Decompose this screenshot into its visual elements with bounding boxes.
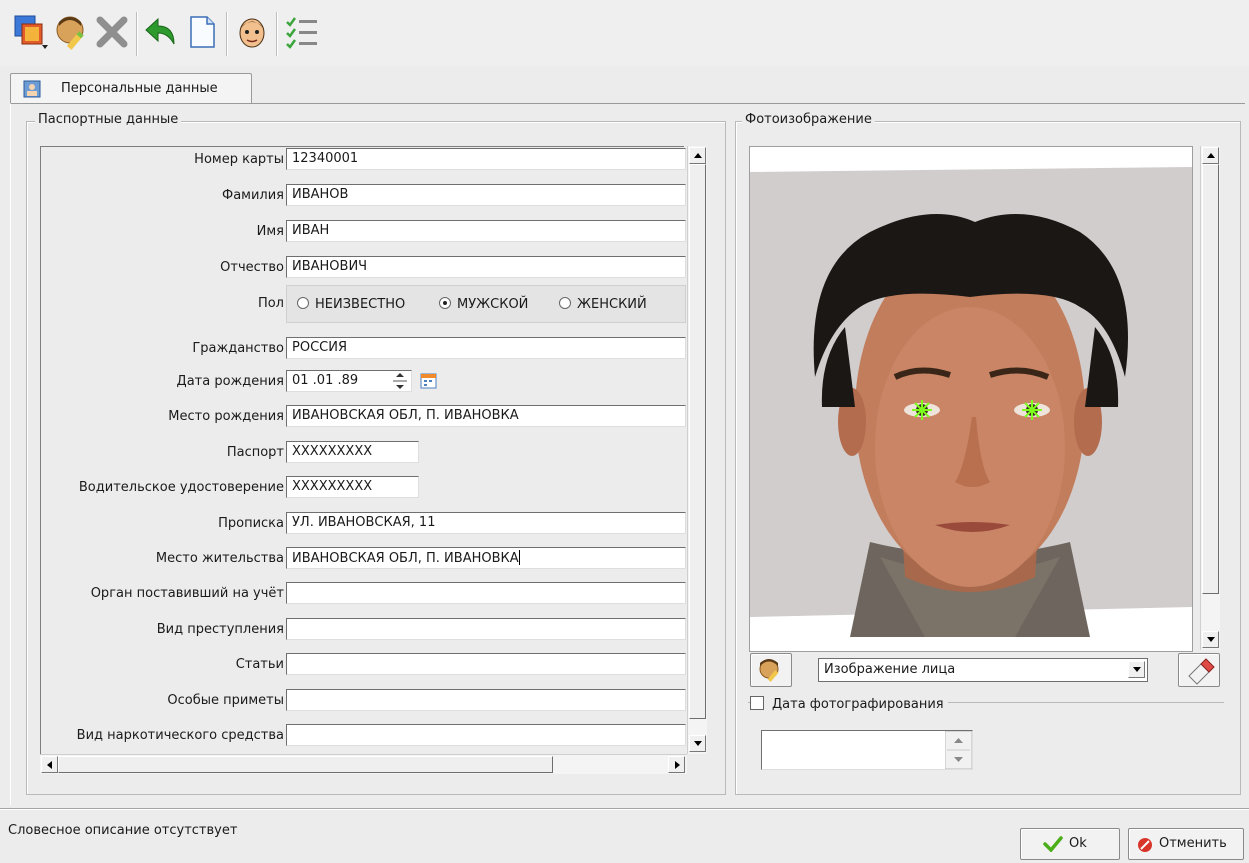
cancel-icon <box>1137 837 1153 857</box>
face-photo <box>749 146 1193 652</box>
gender-unknown-radio[interactable]: НЕИЗВЕСТНО <box>297 297 405 312</box>
scroll-up-button[interactable] <box>689 147 706 164</box>
articles-field[interactable] <box>286 653 686 675</box>
birth-date-spinner[interactable] <box>390 372 410 390</box>
gender-male-radio[interactable]: МУЖСКОЙ <box>439 297 528 312</box>
photo-date-spinner[interactable] <box>944 730 973 770</box>
edit-face-icon[interactable] <box>54 14 90 50</box>
card-number-field[interactable]: 12340001 <box>286 148 686 170</box>
eraser-icon <box>1188 658 1215 685</box>
checkmark-icon <box>1043 836 1063 856</box>
gender-radio-group: НЕИЗВЕСТНО МУЖСКОЙ ЖЕНСКИЙ <box>286 285 686 323</box>
special-marks-field[interactable] <box>286 689 686 711</box>
scroll-h-thumb[interactable] <box>58 756 553 773</box>
label-articles: Статьи <box>235 657 284 672</box>
scroll-right-button[interactable] <box>668 756 685 773</box>
face-icon[interactable] <box>234 14 270 50</box>
label-birth-place: Место рождения <box>168 409 284 424</box>
photo-scroll-up-button[interactable] <box>1202 147 1219 164</box>
checklist-icon[interactable] <box>284 14 320 50</box>
gender-female-radio[interactable]: ЖЕНСКИЙ <box>559 297 647 312</box>
registration-field[interactable]: УЛ. ИВАНОВСКАЯ, 11 <box>286 512 686 534</box>
photo-vertical-scrollbar[interactable] <box>1200 146 1220 650</box>
label-crime-type: Вид преступления <box>156 622 284 637</box>
text-cursor <box>518 550 520 565</box>
ok-label: Ok <box>1069 836 1087 851</box>
new-document-icon[interactable] <box>184 14 220 50</box>
form-horizontal-scrollbar[interactable] <box>40 754 687 774</box>
calendar-icon[interactable] <box>420 372 438 390</box>
scroll-down-button[interactable] <box>689 735 706 752</box>
scroll-thumb[interactable] <box>689 164 706 719</box>
photo-group-title: Фотоизображение <box>742 112 875 127</box>
toolbar <box>0 0 1249 66</box>
undo-icon[interactable] <box>144 14 180 50</box>
form-vertical-scrollbar[interactable] <box>687 146 707 754</box>
label-patronymic: Отчество <box>220 260 284 275</box>
name-field[interactable]: ИВАН <box>286 220 686 242</box>
passport-group-title: Паспортные данные <box>35 112 182 127</box>
birth-place-field[interactable]: ИВАНОВСКАЯ ОБЛ, П. ИВАНОВКА <box>286 405 686 427</box>
label-surname: Фамилия <box>222 188 284 203</box>
residence-field[interactable]: ИВАНОВСКАЯ ОБЛ, П. ИВАНОВКА <box>286 547 686 569</box>
load-photo-button[interactable] <box>750 653 792 687</box>
edit-face-small-icon <box>759 659 779 682</box>
surname-field[interactable]: ИВАНОВ <box>286 184 686 206</box>
delete-icon[interactable] <box>94 14 130 50</box>
registering-authority-field[interactable] <box>286 582 686 604</box>
label-citizenship: Гражданство <box>192 341 284 356</box>
label-drug-type: Вид наркотического средства <box>76 728 284 743</box>
photo-scroll-down-button[interactable] <box>1202 631 1219 648</box>
crime-type-field[interactable] <box>286 618 686 640</box>
ok-button[interactable]: Ok <box>1020 828 1120 860</box>
label-registration: Прописка <box>218 516 284 531</box>
select-image-dropdown-icon[interactable] <box>14 14 50 50</box>
contact-card-icon <box>23 80 41 102</box>
clear-photo-button[interactable] <box>1178 653 1220 687</box>
patronymic-field[interactable]: ИВАНОВИЧ <box>286 256 686 278</box>
cancel-label: Отменить <box>1159 836 1227 851</box>
citizenship-field[interactable]: РОССИЯ <box>286 337 686 359</box>
driver-license-field[interactable]: XXXXXXXXX <box>286 476 419 498</box>
label-birth-date: Дата рождения <box>176 374 284 389</box>
scroll-left-button[interactable] <box>41 756 58 773</box>
photo-scroll-thumb[interactable] <box>1202 164 1219 594</box>
label-gender: Пол <box>257 296 284 311</box>
status-divider <box>0 808 1249 810</box>
label-card-number: Номер карты <box>194 152 284 167</box>
image-type-select[interactable]: Изображение лица <box>818 658 1148 682</box>
tab-personal-data[interactable]: Персональные данные <box>10 73 252 104</box>
drug-type-field[interactable] <box>286 724 686 746</box>
photo-date-checkbox-row[interactable]: Дата фотографирования <box>750 696 948 712</box>
label-name: Имя <box>256 224 284 239</box>
label-special-marks: Особые приметы <box>167 693 284 708</box>
label-driver-license: Водительское удостоверение <box>78 480 284 495</box>
chevron-down-icon[interactable] <box>1128 661 1145 678</box>
label-passport: Паспорт <box>226 445 284 460</box>
cancel-button[interactable]: Отменить <box>1128 828 1244 860</box>
passport-field[interactable]: XXXXXXXXX <box>286 441 419 463</box>
status-text: Словесное описание отсутствует <box>8 823 238 838</box>
photo-date-field[interactable] <box>761 730 973 770</box>
tab-label: Персональные данные <box>61 81 218 96</box>
photo-date-checkbox[interactable] <box>750 696 764 710</box>
label-registering-authority: Орган поставивший на учёт <box>90 586 284 601</box>
label-residence: Место жительства <box>155 551 284 566</box>
photo-date-label: Дата фотографирования <box>772 697 944 712</box>
